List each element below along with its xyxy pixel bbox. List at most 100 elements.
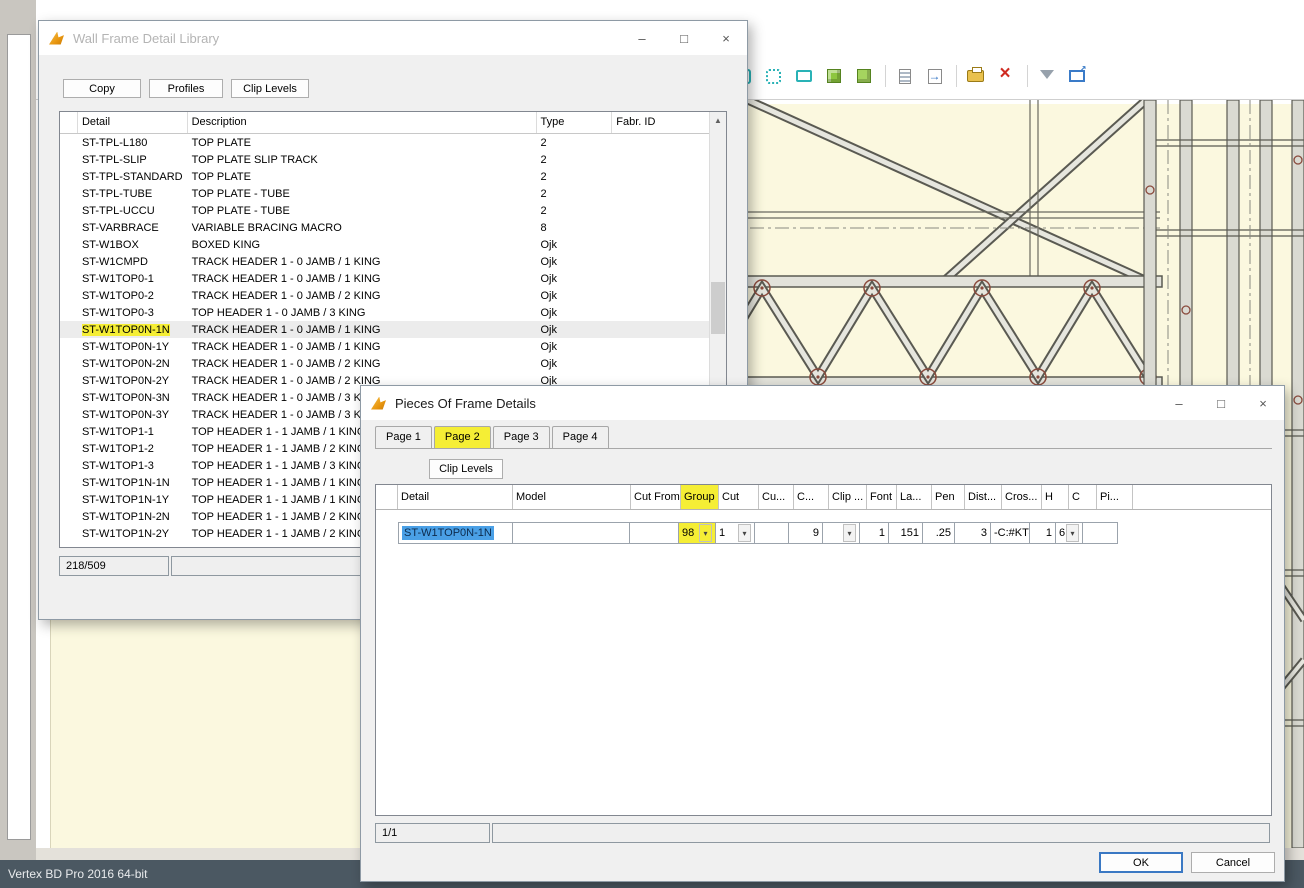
grid-cell[interactable]: 98 xyxy=(678,522,716,544)
column-header[interactable]: C xyxy=(1069,485,1097,509)
column-header[interactable]: Pen xyxy=(932,485,965,509)
library-row[interactable]: ST-W1TOP0-3TOP HEADER 1 - 0 JAMB / 3 KIN… xyxy=(60,304,709,321)
open-in-window-icon[interactable] xyxy=(1063,63,1090,90)
cell-detail: ST-W1TOP1N-2Y xyxy=(78,528,188,540)
library-row[interactable]: ST-TPL-UCCUTOP PLATE - TUBE2 xyxy=(60,202,709,219)
library-row[interactable]: ST-W1TOP0N-1NTRACK HEADER 1 - 0 JAMB / 1… xyxy=(60,321,709,338)
grid-cell[interactable] xyxy=(512,522,630,544)
grid-cell[interactable]: -C:#KT# xyxy=(990,522,1030,544)
library-row[interactable]: ST-TPL-STANDARDTOP PLATE2 xyxy=(60,168,709,185)
column-header[interactable]: Model xyxy=(513,485,631,509)
maximize-button[interactable]: □ xyxy=(663,23,705,53)
filter-icon[interactable] xyxy=(1033,63,1060,90)
column-header[interactable]: Detail xyxy=(398,485,513,509)
pieces-table: DetailModelCut FromGroupCutCu...C...Clip… xyxy=(375,484,1272,816)
minimize-button[interactable]: – xyxy=(621,23,663,53)
column-header-detail[interactable]: Detail xyxy=(78,112,188,133)
dropdown-arrow-icon[interactable] xyxy=(1066,524,1079,542)
pieces-tabs: Page 1Page 2Page 3Page 4 xyxy=(375,426,1272,449)
column-header[interactable]: Font xyxy=(867,485,897,509)
tab-page-3[interactable]: Page 3 xyxy=(493,426,550,448)
grid-cell[interactable]: 1 xyxy=(1029,522,1056,544)
cancel-button[interactable]: Cancel xyxy=(1191,852,1275,873)
profiles-button[interactable]: Profiles xyxy=(149,79,223,98)
export-icon[interactable] xyxy=(921,63,948,90)
scrollbar-thumb[interactable] xyxy=(711,282,725,334)
shaded-box-icon[interactable] xyxy=(790,63,817,90)
library-row[interactable]: ST-W1TOP0-2TRACK HEADER 1 - 0 JAMB / 2 K… xyxy=(60,287,709,304)
minimize-button[interactable]: – xyxy=(1158,388,1200,418)
library-titlebar[interactable]: Wall Frame Detail Library – □ × xyxy=(39,21,747,55)
print-icon[interactable] xyxy=(962,63,989,90)
report-icon[interactable] xyxy=(891,63,918,90)
scroll-up-icon[interactable] xyxy=(710,112,726,129)
column-header-type[interactable]: Type xyxy=(537,112,613,133)
tab-page-2[interactable]: Page 2 xyxy=(434,426,491,448)
detail-text: ST-W1TOP1N-1N xyxy=(82,477,170,489)
solid-model-icon[interactable] xyxy=(820,63,847,90)
detail-text: ST-W1TOP1N-2Y xyxy=(82,528,169,540)
grid-cell[interactable] xyxy=(822,522,860,544)
library-row[interactable]: ST-W1BOXBOXED KINGOjk xyxy=(60,236,709,253)
solid-model-icon xyxy=(827,69,841,83)
column-header[interactable]: H xyxy=(1042,485,1069,509)
column-header[interactable]: Cut From xyxy=(631,485,681,509)
cell-description: BOXED KING xyxy=(188,239,537,251)
library-row[interactable]: ST-W1TOP0-1TRACK HEADER 1 - 0 JAMB / 1 K… xyxy=(60,270,709,287)
status-box-extra xyxy=(492,823,1270,843)
dropdown-arrow-icon[interactable] xyxy=(699,524,712,542)
column-header[interactable]: Group xyxy=(681,485,719,509)
close-button[interactable]: × xyxy=(1242,388,1284,418)
grid-cell[interactable] xyxy=(629,522,679,544)
grid-cell[interactable] xyxy=(1082,522,1118,544)
vertex-app-icon xyxy=(371,397,386,410)
cell-detail: ST-W1TOP0N-3Y xyxy=(78,409,188,421)
cell-description: TOP HEADER 1 - 0 JAMB / 3 KING xyxy=(188,307,537,319)
column-header[interactable]: La... xyxy=(897,485,932,509)
grid-cell[interactable]: 9 xyxy=(788,522,823,544)
tab-page-1[interactable]: Page 1 xyxy=(375,426,432,448)
column-header-description[interactable]: Description xyxy=(188,112,537,133)
library-row[interactable]: ST-W1TOP0N-1YTRACK HEADER 1 - 0 JAMB / 1… xyxy=(60,338,709,355)
dropdown-arrow-icon[interactable] xyxy=(738,524,751,542)
library-row[interactable]: ST-W1TOP0N-2NTRACK HEADER 1 - 0 JAMB / 2… xyxy=(60,355,709,372)
library-row[interactable]: ST-TPL-SLIPTOP PLATE SLIP TRACK2 xyxy=(60,151,709,168)
grid-cell[interactable]: ST-W1TOP0N-1N xyxy=(398,522,513,544)
clip-levels-button[interactable]: Clip Levels xyxy=(231,79,309,98)
maximize-button[interactable]: □ xyxy=(1200,388,1242,418)
pieces-titlebar[interactable]: Pieces Of Frame Details – □ × xyxy=(361,386,1284,420)
cell-description: TOP PLATE SLIP TRACK xyxy=(188,154,537,166)
tab-page-4[interactable]: Page 4 xyxy=(552,426,609,448)
grid-cell[interactable]: .25 xyxy=(922,522,955,544)
vertex-app-icon xyxy=(49,32,64,45)
library-row[interactable]: ST-W1CMPDTRACK HEADER 1 - 0 JAMB / 1 KIN… xyxy=(60,253,709,270)
column-header[interactable]: C... xyxy=(794,485,829,509)
grid-cell[interactable]: 151 xyxy=(888,522,923,544)
column-header[interactable]: Cros... xyxy=(1002,485,1042,509)
grid-cell[interactable] xyxy=(754,522,789,544)
library-row[interactable]: ST-TPL-L180TOP PLATE2 xyxy=(60,134,709,151)
cell-value: 9 xyxy=(813,527,819,539)
clip-levels-button[interactable]: Clip Levels xyxy=(429,459,503,479)
solid-model-check-icon[interactable] xyxy=(850,63,877,90)
column-header[interactable]: Cut xyxy=(719,485,759,509)
library-row[interactable]: ST-VARBRACEVARIABLE BRACING MACRO8 xyxy=(60,219,709,236)
cell-detail: ST-VARBRACE xyxy=(78,222,188,234)
column-header[interactable]: Pi... xyxy=(1097,485,1133,509)
grid-cell[interactable]: 6 xyxy=(1055,522,1083,544)
column-header-fabrid[interactable]: Fabr. ID xyxy=(612,112,709,133)
delete-icon[interactable] xyxy=(992,63,1019,90)
column-header[interactable]: Cu... xyxy=(759,485,794,509)
dropdown-arrow-icon[interactable] xyxy=(843,524,856,542)
library-row[interactable]: ST-TPL-TUBETOP PLATE - TUBE2 xyxy=(60,185,709,202)
grid-cell[interactable]: 1 xyxy=(859,522,889,544)
close-button[interactable]: × xyxy=(705,23,747,53)
cell-detail: ST-TPL-UCCU xyxy=(78,205,188,217)
column-header[interactable]: Clip ... xyxy=(829,485,867,509)
copy-button[interactable]: Copy xyxy=(63,79,141,98)
column-header[interactable]: Dist... xyxy=(965,485,1002,509)
grid-cell[interactable]: 3 xyxy=(954,522,991,544)
hidden-line-box-icon[interactable] xyxy=(760,63,787,90)
ok-button[interactable]: OK xyxy=(1099,852,1183,873)
grid-cell[interactable]: 1 xyxy=(715,522,755,544)
